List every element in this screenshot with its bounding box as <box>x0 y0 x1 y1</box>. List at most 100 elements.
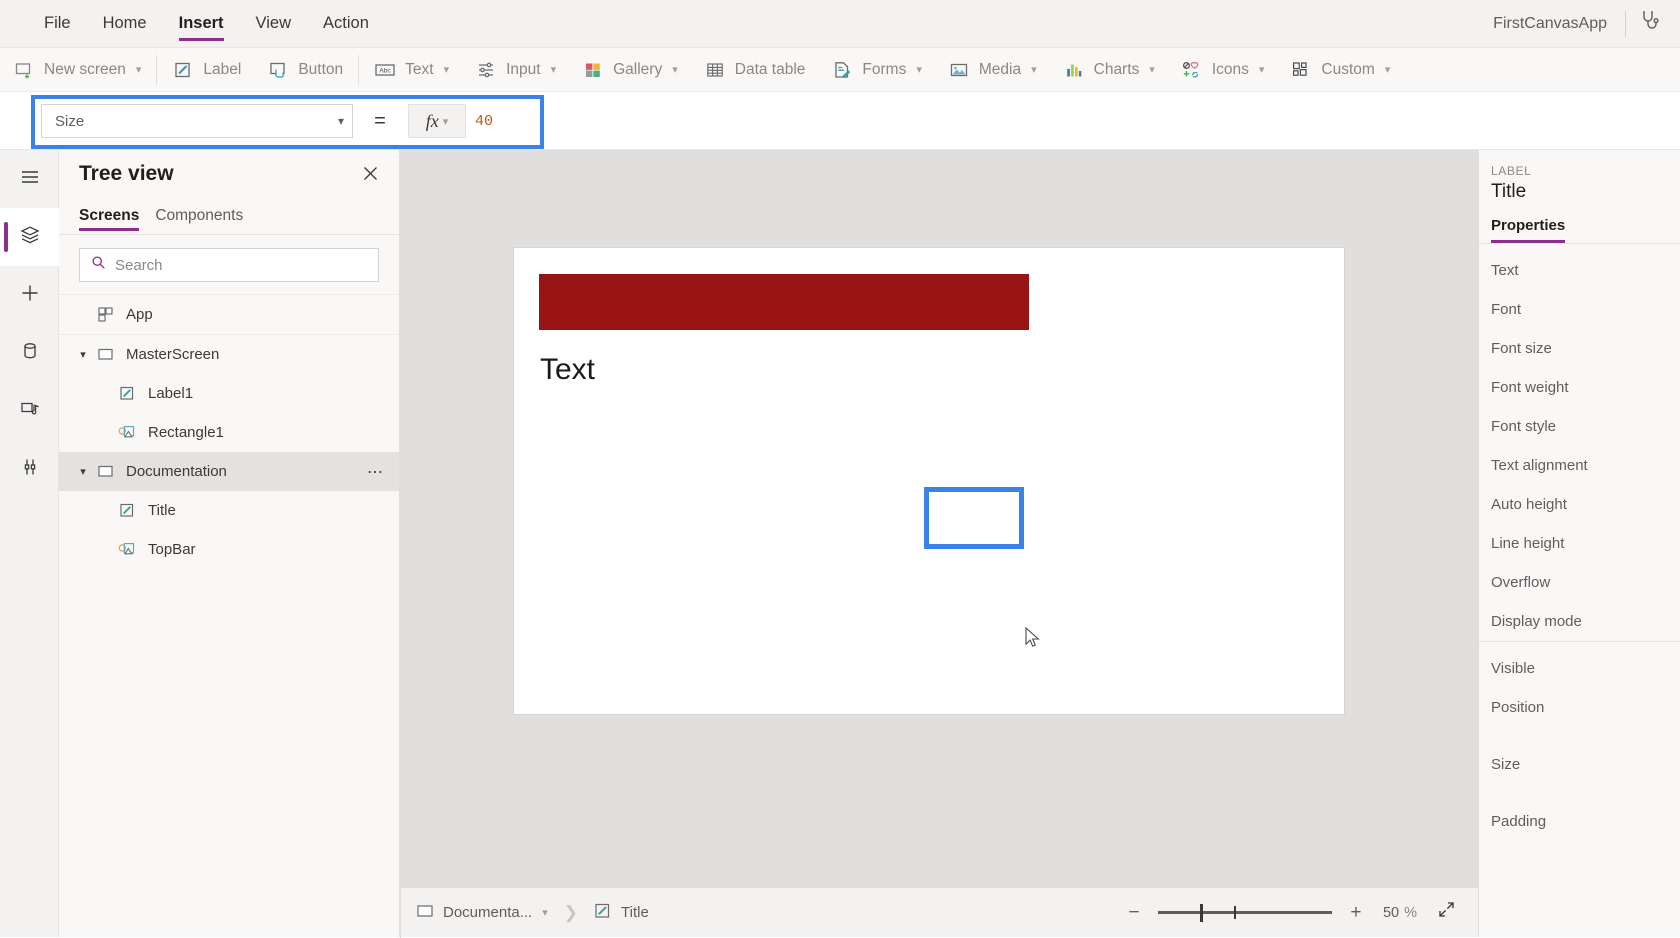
properties-group-two: Visible Position Size Padding <box>1479 642 1680 841</box>
zoom-out-button[interactable]: − <box>1116 895 1152 931</box>
property-row-display-mode[interactable]: Display mode <box>1479 602 1680 641</box>
property-row-font-style[interactable]: Font style <box>1479 407 1680 446</box>
search-placeholder: Search <box>115 256 163 274</box>
chevron-down-icon[interactable]: ▾ <box>72 348 94 361</box>
icons-icon <box>1181 59 1203 81</box>
property-row-text[interactable]: Text <box>1479 251 1680 290</box>
menu-item-label: View <box>255 14 292 32</box>
tree-view-title: Tree view <box>79 161 174 185</box>
ribbon-button-label: Forms <box>862 60 907 78</box>
zoom-slider-track <box>1157 911 1332 914</box>
formula-input[interactable]: 40 <box>475 104 1665 138</box>
property-selector-dropdown[interactable]: Size ▾ <box>41 104 353 138</box>
fx-expand-button[interactable]: fx ▾ <box>408 104 466 138</box>
tree-node-label: MasterScreen <box>126 346 220 363</box>
menu-item-insert[interactable]: Insert <box>163 0 240 48</box>
property-row-font[interactable]: Font <box>1479 290 1680 329</box>
property-label: Text <box>1491 262 1519 279</box>
input-button[interactable]: Input ▾ <box>462 48 569 92</box>
canvas-label-title[interactable]: Text <box>526 341 624 399</box>
rail-item-media[interactable] <box>0 382 59 440</box>
media-button[interactable]: Media ▾ <box>935 48 1050 92</box>
menu-item-action[interactable]: Action <box>307 0 385 48</box>
tree-node-label1[interactable]: Label1 <box>59 374 399 413</box>
chevron-down-icon[interactable]: ▾ <box>72 465 94 478</box>
app-grid-icon <box>94 306 116 323</box>
property-row-position[interactable]: Position <box>1479 688 1680 727</box>
breadcrumb-separator-icon: ❯ <box>563 902 578 922</box>
canvas-rectangle-topbar[interactable] <box>539 274 1029 330</box>
forms-button[interactable]: Forms ▾ <box>818 48 934 92</box>
gallery-button[interactable]: Gallery ▾ <box>569 48 691 92</box>
tree-node-documentation[interactable]: ▾ Documentation ⋯ <box>59 452 399 491</box>
tree-node-app[interactable]: App <box>59 295 399 334</box>
button-button[interactable]: Button <box>254 48 356 92</box>
rail-item-tree-view[interactable] <box>0 208 59 266</box>
tree-view-layers-icon <box>19 224 41 251</box>
ribbon-button-label: Icons <box>1211 60 1249 78</box>
button-icon <box>267 59 289 81</box>
property-row-auto-height[interactable]: Auto height <box>1479 485 1680 524</box>
label-node-icon <box>116 385 138 402</box>
tab-components[interactable]: Components <box>147 197 251 235</box>
app-screen-canvas[interactable]: Text <box>514 248 1344 714</box>
property-row-font-weight[interactable]: Font weight <box>1479 368 1680 407</box>
property-row-padding[interactable]: Padding <box>1479 802 1680 841</box>
ribbon-separator <box>358 54 360 85</box>
menu-item-file[interactable]: File <box>28 0 87 48</box>
icons-button[interactable]: Icons ▾ <box>1168 48 1278 92</box>
status-bar: Documenta... ▾ ❯ Title − + 50 % <box>400 887 1478 938</box>
formula-value: 40 <box>475 112 494 130</box>
tree-node-title[interactable]: Title <box>59 491 399 530</box>
ribbon-button-label: Custom <box>1321 60 1375 78</box>
zoom-slider-thumb[interactable] <box>1199 903 1204 922</box>
tree-node-masterscreen[interactable]: ▾ MasterScreen <box>59 335 399 374</box>
tab-properties[interactable]: Properties <box>1491 217 1566 243</box>
stethoscope-icon <box>1638 9 1662 38</box>
svg-text:Abc: Abc <box>379 67 391 74</box>
breadcrumb-screen[interactable]: Documenta... ▾ <box>401 888 563 938</box>
chevron-down-icon[interactable]: ▾ <box>542 906 548 919</box>
property-row-text-alignment[interactable]: Text alignment <box>1479 446 1680 485</box>
close-icon[interactable] <box>355 159 385 189</box>
custom-button[interactable]: Custom ▾ <box>1277 48 1403 92</box>
menu-item-label: Action <box>323 14 369 32</box>
rail-item-data[interactable] <box>0 324 59 382</box>
zoom-slider[interactable] <box>1152 895 1338 931</box>
new-screen-button[interactable]: New screen ▾ <box>0 48 154 92</box>
search-input[interactable]: Search <box>79 248 379 282</box>
label-button[interactable]: Label <box>159 48 254 92</box>
property-row-line-height[interactable]: Line height <box>1479 524 1680 563</box>
insert-plus-icon <box>19 282 41 309</box>
menu-item-view[interactable]: View <box>240 0 307 48</box>
rail-item-advanced[interactable] <box>0 440 59 498</box>
canvas-area[interactable]: Text <box>400 150 1478 887</box>
zoom-controls: − + 50 % <box>1116 895 1478 931</box>
search-icon <box>91 255 106 275</box>
tree-node-rectangle1[interactable]: Rectangle1 <box>59 413 399 452</box>
property-label: Font weight <box>1491 379 1569 396</box>
tree-node-topbar[interactable]: TopBar <box>59 530 399 569</box>
rail-item-hamburger[interactable] <box>0 150 59 208</box>
property-row-font-size[interactable]: Font size <box>1479 329 1680 368</box>
menu-item-home[interactable]: Home <box>87 0 163 48</box>
text-button[interactable]: Abc Text ▾ <box>361 48 462 92</box>
breadcrumb-control[interactable]: Title <box>579 888 664 938</box>
charts-button[interactable]: Charts ▾ <box>1050 48 1168 92</box>
property-row-overflow[interactable]: Overflow <box>1479 563 1680 602</box>
ribbon-button-label: Input <box>506 60 541 78</box>
app-checker-button[interactable] <box>1626 0 1674 48</box>
property-row-size[interactable]: Size <box>1479 745 1680 784</box>
zoom-in-button[interactable]: + <box>1338 895 1374 931</box>
zoom-value-label: 50 <box>1382 904 1400 921</box>
rail-item-insert[interactable] <box>0 266 59 324</box>
more-options-icon[interactable]: ⋯ <box>367 462 385 482</box>
properties-row-gap <box>1479 727 1680 745</box>
properties-group-one: Text Font Font size Font weight Font sty… <box>1479 244 1680 641</box>
data-table-button[interactable]: Data table <box>691 48 819 92</box>
ribbon-button-label: Label <box>203 60 242 78</box>
tab-screens[interactable]: Screens <box>79 197 147 235</box>
property-row-visible[interactable]: Visible <box>1479 649 1680 688</box>
canvas-label-text: Text <box>540 353 596 386</box>
fit-screen-button[interactable] <box>1428 895 1464 931</box>
